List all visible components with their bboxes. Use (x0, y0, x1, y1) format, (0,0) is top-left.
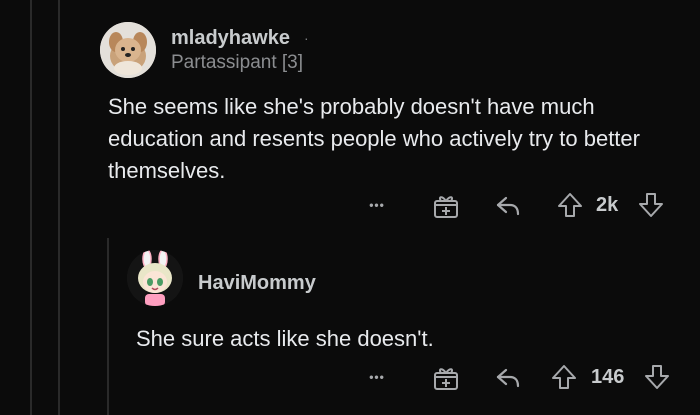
user-flair: Partassipant [3] (171, 52, 304, 73)
more-options-button[interactable]: ••• (362, 190, 392, 220)
vote-count: 146 (591, 366, 625, 388)
upvote-button[interactable] (555, 190, 585, 220)
avatar[interactable] (100, 22, 156, 78)
comment-body: She seems like she's probably doesn't ha… (108, 94, 640, 183)
award-button[interactable] (431, 191, 461, 221)
upvote-arrow-icon (558, 193, 582, 217)
comment-body: She sure acts like she doesn't. (136, 326, 434, 351)
reply-icon (496, 196, 520, 216)
username[interactable]: mladyhawke (171, 27, 290, 50)
reply-button[interactable] (493, 191, 523, 221)
thread-line-inner (58, 0, 60, 415)
award-button[interactable] (431, 363, 461, 393)
upvote-button[interactable] (549, 362, 579, 392)
more-options-button[interactable]: ••• (362, 362, 392, 392)
dog-avatar-icon (100, 22, 156, 78)
thread-line-left (30, 0, 32, 415)
separator-dot: · (304, 30, 309, 46)
vote-count: 2k (596, 194, 619, 216)
downvote-arrow-icon (639, 193, 663, 217)
downvote-button[interactable] (636, 190, 666, 220)
upvote-arrow-icon (552, 365, 576, 389)
gift-icon (434, 368, 458, 390)
reply-button[interactable] (493, 363, 523, 393)
downvote-arrow-icon (645, 365, 669, 389)
gift-icon (434, 196, 458, 218)
reply-icon (496, 368, 520, 388)
thread-line-reply (107, 238, 109, 415)
bunny-girl-avatar-icon (127, 250, 183, 306)
avatar[interactable] (127, 250, 183, 306)
username[interactable]: HaviMommy (198, 272, 316, 295)
downvote-button[interactable] (642, 362, 672, 392)
